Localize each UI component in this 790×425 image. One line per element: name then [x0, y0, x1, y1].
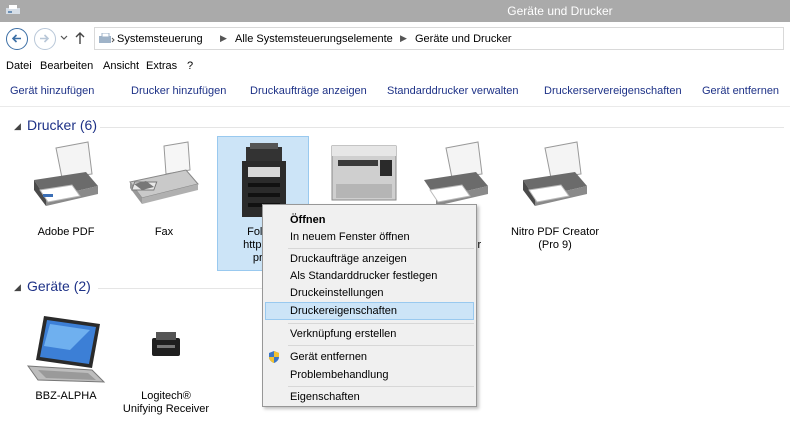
menu-item-set-default[interactable]: Als Standarddrucker festlegen — [290, 270, 437, 282]
breadcrumb-systemsteuerung[interactable]: Systemsteuerung — [117, 33, 203, 45]
laptop-icon — [26, 316, 106, 383]
collapse-triangle-icon[interactable]: ◢ — [14, 121, 21, 132]
uac-shield-icon — [269, 351, 279, 363]
menu-item-troubleshoot[interactable]: Problembehandlung — [290, 369, 388, 381]
navigation-row: Systemsteuerung ▶ Alle Systemsteuerungse… — [0, 22, 790, 56]
up-arrow-icon[interactable] — [74, 31, 86, 45]
printer-icon — [523, 141, 587, 206]
recent-locations-chevron-icon[interactable] — [60, 35, 68, 41]
breadcrumb-separator-icon[interactable]: ▶ — [400, 33, 407, 44]
command-bar: Gerät hinzufügen Drucker hinzufügen Druc… — [0, 76, 790, 107]
menu-separator — [288, 386, 474, 387]
printer-label-line2: (Pro 9) — [538, 239, 572, 251]
forward-icon — [40, 34, 50, 43]
add-device-button[interactable]: Gerät hinzufügen — [10, 85, 94, 97]
printer-icon — [331, 145, 397, 201]
printer-label-line1: Nitro PDF Creator — [510, 226, 600, 238]
printer-icon — [34, 141, 98, 206]
menu-item-properties[interactable]: Eigenschaften — [290, 391, 360, 403]
menu-item-print-settings[interactable]: Druckeinstellungen — [290, 287, 384, 299]
menu-bar: Datei Bearbeiten Ansicht Extras ? — [0, 57, 790, 75]
menu-item-create-shortcut[interactable]: Verknüpfung erstellen — [290, 328, 396, 340]
menu-item-show-print-jobs[interactable]: Druckaufträge anzeigen — [290, 253, 407, 265]
printer-label: Adobe PDF — [37, 226, 95, 238]
manage-default-printers-button[interactable]: Standarddrucker verwalten — [387, 85, 518, 97]
device-label-line1: Logitech® — [141, 390, 191, 402]
title-bar: Geräte und Drucker — [0, 0, 790, 22]
breadcrumb-all-items[interactable]: Alle Systemsteuerungselemente — [235, 33, 393, 45]
printer-item-nitro-pdf[interactable]: Nitro PDF Creator (Pro 9) — [509, 140, 601, 251]
menu-help[interactable]: ? — [187, 60, 193, 72]
menu-item-open[interactable]: Öffnen — [290, 214, 325, 226]
group-divider — [100, 127, 784, 128]
usb-receiver-icon — [152, 332, 180, 356]
menu-separator — [288, 323, 474, 324]
menu-extras[interactable]: Extras — [146, 60, 177, 72]
menu-bearbeiten[interactable]: Bearbeiten — [40, 60, 93, 72]
device-item-bbz-alpha[interactable]: BBZ-ALPHA — [20, 310, 112, 405]
device-label: BBZ-ALPHA — [35, 390, 97, 402]
menu-item-remove-device[interactable]: Gerät entfernen — [290, 351, 367, 363]
context-menu: Öffnen In neuem Fenster öffnen Druckauft… — [262, 204, 477, 407]
add-printer-button[interactable]: Drucker hinzufügen — [131, 85, 226, 97]
forward-button[interactable] — [34, 28, 56, 50]
breadcrumb-separator-icon[interactable]: ▶ — [220, 33, 227, 44]
menu-item-open-new-window[interactable]: In neuem Fenster öffnen — [290, 231, 410, 243]
device-label-line2: Unifying Receiver — [122, 403, 210, 415]
fax-icon — [129, 141, 199, 204]
window-title: Geräte und Drucker — [507, 4, 613, 18]
menu-datei[interactable]: Datei — [6, 60, 32, 72]
address-bar[interactable]: Systemsteuerung ▶ Alle Systemsteuerungse… — [94, 27, 784, 50]
menu-separator — [288, 248, 474, 249]
remove-device-button[interactable]: Gerät entfernen — [702, 85, 779, 97]
collapse-triangle-icon[interactable]: ◢ — [14, 282, 21, 293]
menu-separator — [288, 345, 474, 346]
back-button[interactable] — [6, 28, 28, 50]
breadcrumb-devices-printers[interactable]: Geräte und Drucker — [415, 33, 512, 45]
print-server-properties-button[interactable]: Druckerservereigenschaften — [544, 85, 682, 97]
back-icon — [11, 34, 21, 43]
printer-label: Fax — [154, 226, 174, 238]
show-print-jobs-button[interactable]: Druckaufträge anzeigen — [250, 85, 367, 97]
group-divider — [98, 288, 262, 289]
location-icon — [99, 33, 115, 43]
device-item-logitech-receiver[interactable]: Logitech® Unifying Receiver — [120, 310, 212, 415]
menu-ansicht[interactable]: Ansicht — [103, 60, 139, 72]
printer-item-adobe-pdf[interactable]: Adobe PDF — [20, 140, 112, 240]
menu-item-printer-properties[interactable]: Druckereigenschaften — [290, 305, 397, 317]
printer-item-fax[interactable]: Fax — [118, 140, 210, 240]
